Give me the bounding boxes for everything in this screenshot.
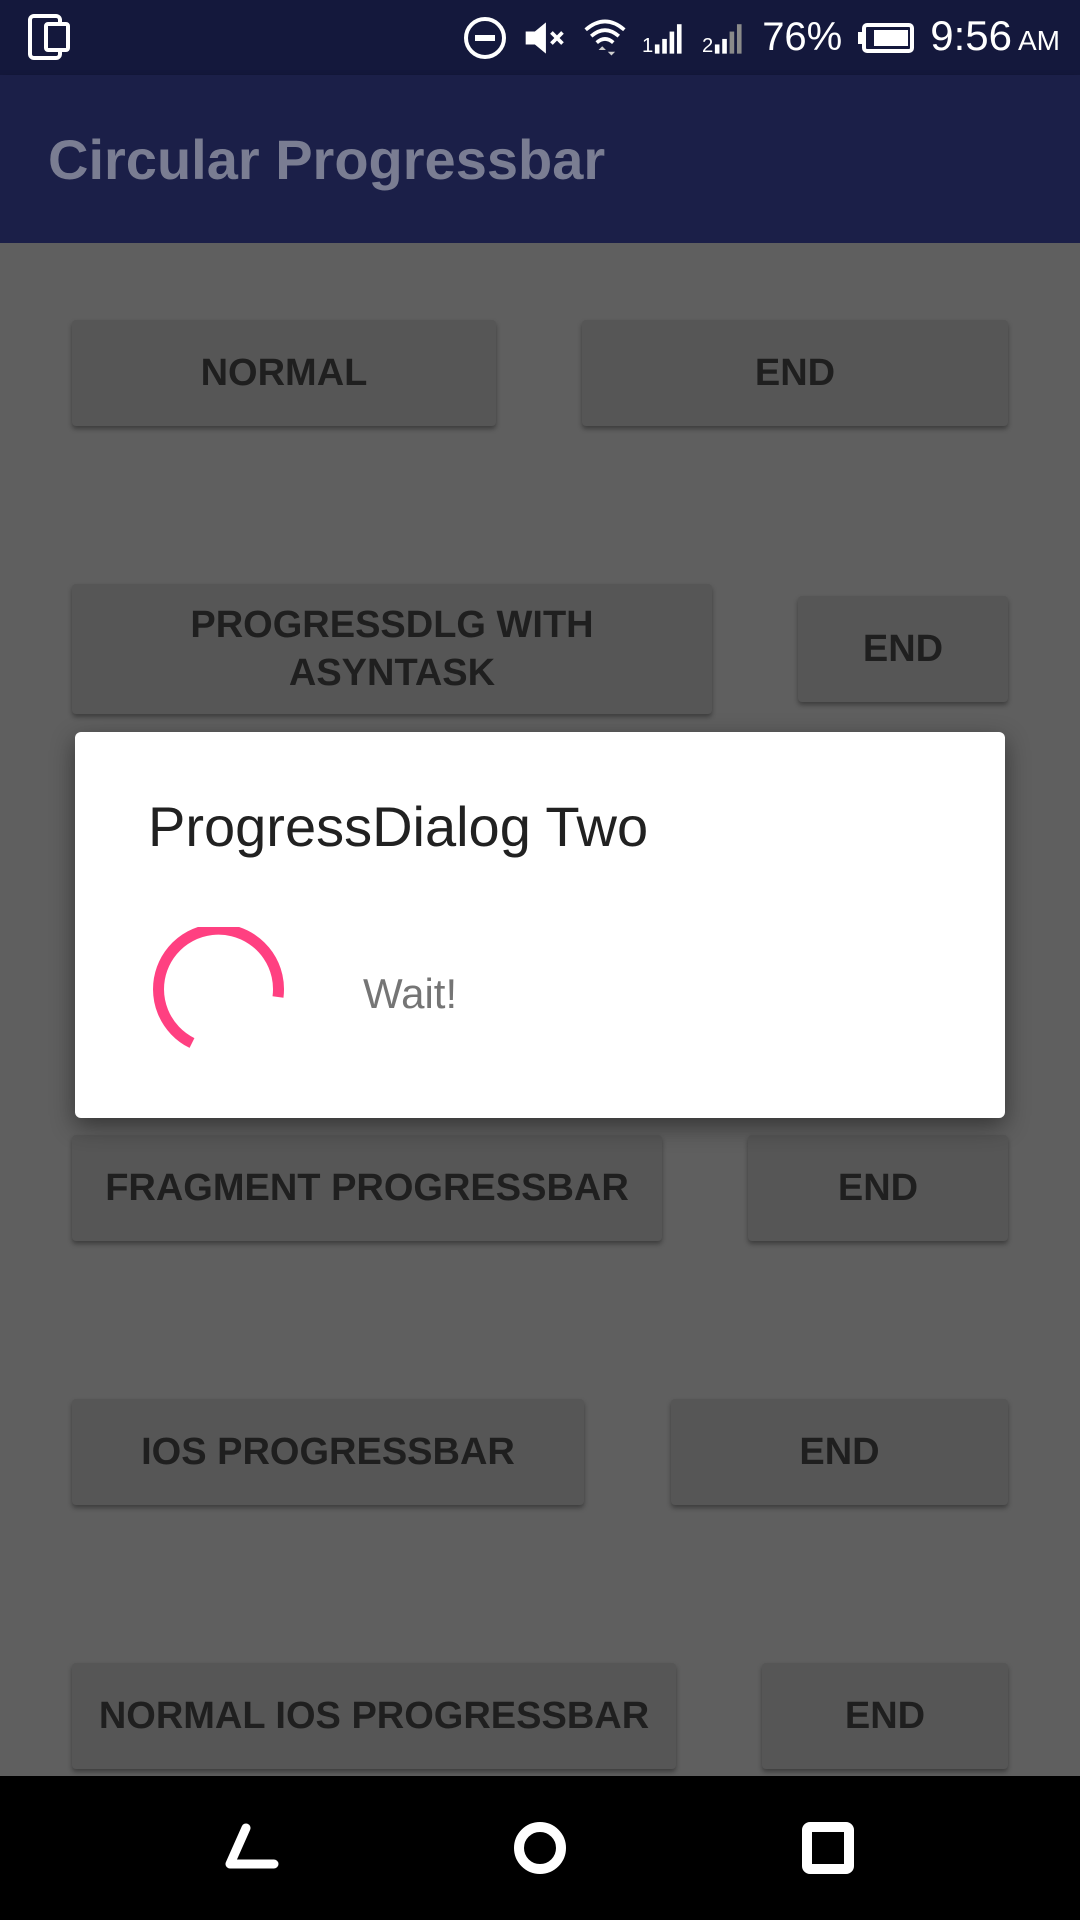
progress-dialog: ProgressDialog Two Wait! bbox=[75, 732, 1005, 1118]
normal-ios-end-button[interactable]: END bbox=[762, 1663, 1008, 1769]
svg-text:2: 2 bbox=[702, 34, 713, 56]
status-icons: 1 2 76% 9:56 AM bbox=[462, 0, 1060, 75]
app-title: Circular Progressbar bbox=[48, 128, 606, 191]
signal-sim1-icon: 1 bbox=[642, 23, 682, 56]
phone-device-icon bbox=[28, 14, 70, 60]
battery-icon bbox=[858, 22, 915, 53]
dialog-message: Wait! bbox=[363, 970, 458, 1017]
back-icon[interactable] bbox=[216, 1812, 288, 1884]
normal-button[interactable]: NORMAL bbox=[72, 320, 496, 426]
home-icon[interactable] bbox=[504, 1812, 576, 1884]
do-not-disturb-icon bbox=[464, 16, 507, 59]
progressdlg-label-line1: PROGRESSDLG WITH bbox=[190, 604, 594, 646]
navigation-bar bbox=[0, 1776, 1080, 1920]
progressdlg-asyntask-button[interactable]: PROGRESSDLG WITH ASYNTASK bbox=[72, 584, 712, 714]
recents-icon[interactable] bbox=[792, 1812, 864, 1884]
app-bar: Circular Progressbar bbox=[0, 75, 1080, 243]
status-time: 9:56 AM bbox=[930, 0, 1060, 78]
fragment-end-button[interactable]: END bbox=[748, 1135, 1008, 1241]
wifi-icon bbox=[584, 19, 626, 55]
loading-spinner-icon bbox=[153, 927, 284, 1048]
progressdlg-label-line2: ASYNTASK bbox=[288, 652, 496, 694]
volume-muted-icon bbox=[525, 21, 564, 54]
ios-end-button[interactable]: END bbox=[671, 1399, 1008, 1505]
time-ampm: AM bbox=[1018, 24, 1060, 56]
normal-ios-progressbar-button[interactable]: NORMAL IOS PROGRESSBAR bbox=[72, 1663, 676, 1769]
fragment-progressbar-button[interactable]: FRAGMENT PROGRESSBAR bbox=[72, 1135, 662, 1241]
dialog-title: ProgressDialog Two bbox=[148, 795, 649, 858]
signal-sim2-icon: 2 bbox=[702, 23, 742, 56]
status-bar: 1 2 76% 9:56 AM bbox=[0, 0, 1080, 75]
progressdlg-end-button[interactable]: END bbox=[798, 596, 1008, 702]
ios-progressbar-button[interactable]: IOS PROGRESSBAR bbox=[72, 1399, 584, 1505]
normal-end-button[interactable]: END bbox=[582, 320, 1008, 426]
svg-text:1: 1 bbox=[642, 34, 653, 56]
battery-percent: 76% bbox=[762, 15, 843, 59]
time-value: 9:56 bbox=[930, 11, 1012, 59]
